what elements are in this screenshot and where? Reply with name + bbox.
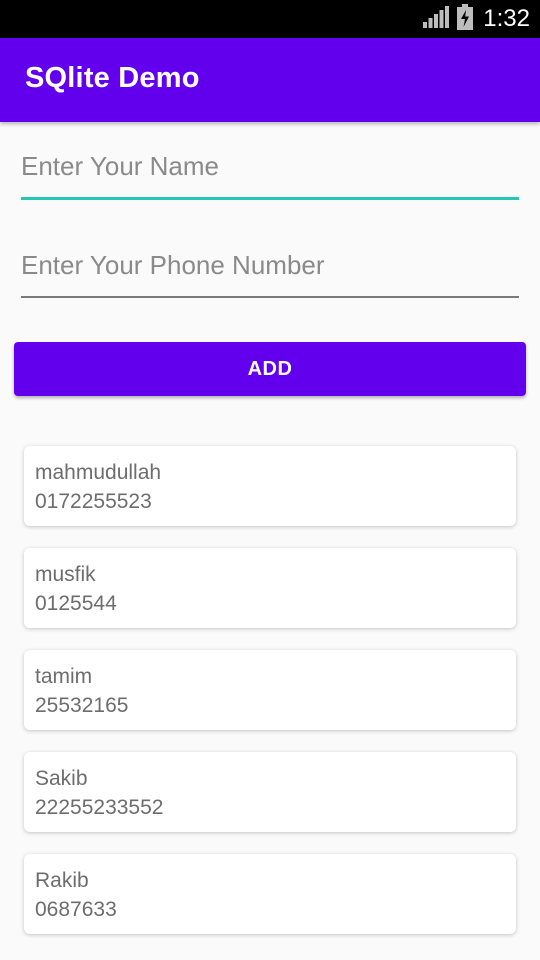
status-time: 1:32: [483, 5, 530, 32]
contact-phone: 25532165: [35, 694, 129, 717]
contact-name: Rakib: [35, 869, 89, 892]
contact-card[interactable]: tamim 25532165: [24, 650, 516, 730]
contact-phone: 0172255523: [35, 490, 152, 513]
name-input[interactable]: [21, 142, 519, 200]
contact-card[interactable]: musfik 0125544: [24, 548, 516, 628]
contact-card[interactable]: Sakib 22255233552: [24, 752, 516, 832]
contact-phone: 0125544: [35, 592, 117, 615]
status-icons: 1:32: [423, 0, 530, 38]
contact-name: mahmudullah: [35, 461, 162, 484]
phone-input[interactable]: [21, 240, 519, 298]
contact-card[interactable]: mahmudullah 0172255523: [24, 446, 516, 526]
contact-phone: 0687633: [35, 898, 117, 921]
contact-name: Sakib: [35, 767, 88, 790]
contact-name: musfik: [35, 563, 96, 586]
app-title: SQlite Demo: [25, 62, 200, 94]
app-bar: SQlite Demo: [0, 38, 540, 122]
battery-charging-icon: [457, 3, 474, 35]
signal-icon: [423, 5, 450, 33]
status-bar: 1:32: [0, 0, 540, 38]
add-button[interactable]: ADD: [14, 342, 526, 396]
contact-phone: 22255233552: [35, 796, 164, 819]
contact-card[interactable]: Rakib 0687633: [24, 854, 516, 934]
contact-name: tamim: [35, 665, 93, 688]
